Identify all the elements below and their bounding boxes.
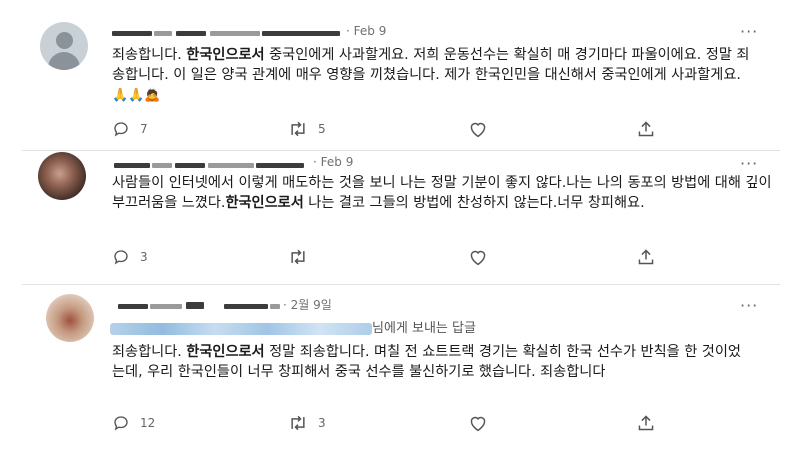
redacted-reply-target[interactable] [110,322,372,335]
share-button[interactable] [636,248,656,266]
redacted-username[interactable] [112,31,152,36]
like-button[interactable] [468,414,488,432]
redacted-handle [210,31,260,36]
reply-button[interactable]: 7 [112,120,148,138]
redacted-handle [186,302,204,309]
emoji-group: 🙏🙏🙇 [112,88,161,103]
like-button[interactable] [468,248,488,266]
tweet-text: 죄송합니다. 한국인으로서 중국인에게 사과할게요. 저희 운동선수는 확실히 … [112,45,757,106]
retweet-button[interactable]: 5 [288,120,326,138]
share-button[interactable] [636,120,656,138]
tweet-text: 사람들이 인터넷에서 이렇게 매도하는 것을 보니 나는 정말 기분이 좋지 않… [112,175,772,211]
redacted-username[interactable] [118,304,148,309]
like-icon [470,250,486,266]
tweet-2[interactable]: · Feb 9 ··· 사람들이 인터넷에서 이렇게 매도하는 것을 보니 나는… [0,150,800,288]
reply-count: 7 [140,122,148,136]
reply-button[interactable]: 12 [112,414,155,432]
redacted-handle [175,163,205,168]
reply-icon [114,416,128,431]
tweet-1[interactable]: · Feb 9 ··· 죄송합니다. 한국인으로서 중국인에게 사과할게요. 저… [0,0,800,150]
tweet-date[interactable]: · 2월 9일 [283,296,332,313]
retweet-count: 5 [318,122,326,136]
like-button[interactable] [468,120,488,138]
more-icon[interactable]: ··· [740,296,758,315]
redacted-handle [262,31,340,36]
retweet-icon [291,249,305,265]
retweet-icon [291,415,305,431]
reply-icon [114,250,128,265]
redacted-username[interactable] [114,163,150,168]
more-icon[interactable]: ··· [740,154,758,173]
reply-count: 12 [140,416,156,430]
tweet-3[interactable]: · 2월 9일 ··· 님에게 보내는 답글 죄송합니다. 한국인으로서 정말 … [0,284,800,450]
profile-photo[interactable] [38,152,86,200]
reply-to-line[interactable]: 님에게 보내는 답글 [110,317,476,336]
more-icon[interactable]: ··· [740,22,758,41]
share-icon [638,415,654,431]
tweet-text: 죄송합니다. 한국인으로서 정말 죄송합니다. 며칠 전 쇼트트랙 경기는 확실… [112,344,741,380]
like-icon [470,416,486,432]
redacted-username [152,163,172,168]
share-button[interactable] [636,414,656,432]
retweet-button[interactable]: 3 [288,414,326,432]
redacted-handle [256,163,304,168]
redacted-handle [176,31,206,36]
like-icon [470,122,486,138]
redacted-handle [270,304,280,309]
tweet-date[interactable]: · Feb 9 [313,155,353,169]
tweet-date[interactable]: · Feb 9 [346,24,386,38]
retweet-count: 3 [318,416,326,430]
retweet-icon [291,121,305,137]
share-icon [638,249,654,265]
share-icon [638,121,654,137]
reply-icon [114,122,128,137]
profile-photo[interactable] [46,294,94,342]
redacted-username [150,304,182,309]
redacted-username [154,31,172,36]
reply-count: 3 [140,250,148,264]
redacted-handle [224,304,268,309]
retweet-button[interactable] [288,248,308,266]
default-profile-icon[interactable] [40,22,88,70]
reply-button[interactable]: 3 [112,248,148,266]
redacted-handle [208,163,254,168]
